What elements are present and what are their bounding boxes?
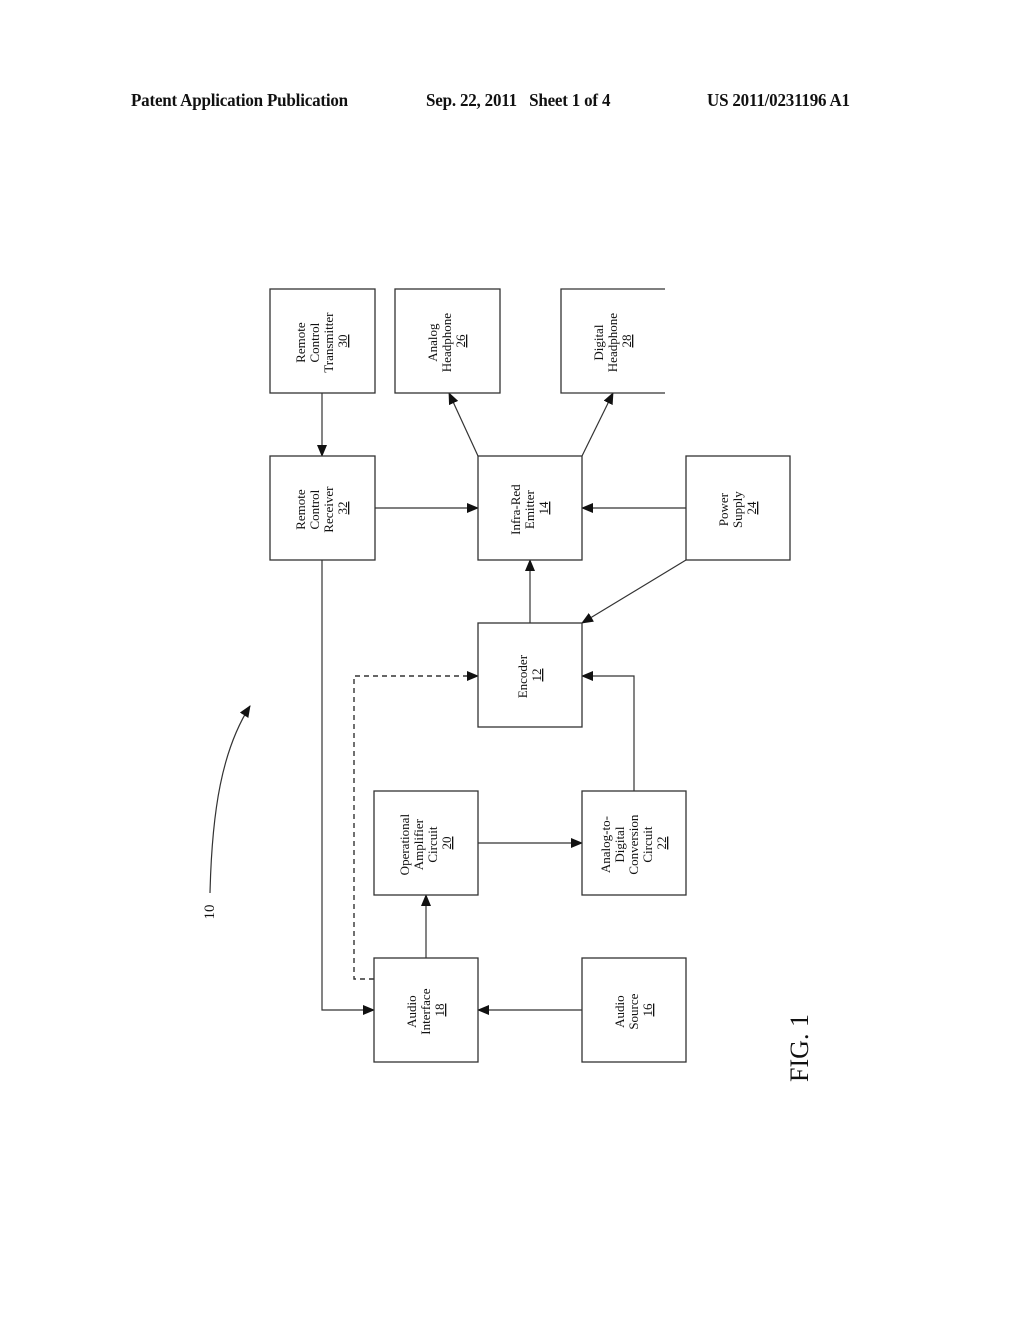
block-number: 24 (744, 501, 759, 515)
block-infra-red-emitter: Infra-Red Emitter 14 (477, 455, 583, 561)
reference-arrow-10 (209, 705, 251, 894)
block-number: 20 (439, 837, 454, 850)
block-label-line: Control (307, 322, 322, 362)
block-label-line: Headphone (439, 313, 454, 372)
block-label-line: Digital (591, 324, 606, 360)
block-analog-to-digital-conversion-circuit: Analog-to- Digital Conversion Circuit 22 (581, 790, 687, 896)
block-number: 18 (432, 1004, 447, 1017)
block-label-line: Emitter (522, 489, 537, 529)
block-encoder: Encoder 12 (477, 622, 583, 728)
block-label-line: Power (716, 492, 731, 526)
reference-numeral: 10 (202, 905, 218, 920)
block-label-line: Source (626, 993, 641, 1029)
block-label-line: Remote (293, 489, 308, 530)
figure-label: FIG. 1 (785, 1014, 814, 1082)
block-number: 32 (335, 502, 350, 515)
block-label-line: Control (307, 489, 322, 529)
block-operational-amplifier-circuit: Operational Amplifier Circuit 20 (373, 790, 479, 896)
block-label-line: Remote (293, 322, 308, 363)
block-label-line: Amplifier (411, 818, 426, 870)
block-label-line: Infra-Red (508, 484, 523, 535)
block-label-line: Encoder (515, 654, 530, 698)
wire-emitter-to-analog-headphone (448, 392, 479, 457)
block-power-supply: Power Supply 24 (685, 455, 791, 561)
block-audio-source: Audio Source 16 (581, 957, 687, 1063)
block-number: 30 (335, 335, 350, 348)
wire-adc-to-encoder (581, 671, 635, 791)
block-remote-control-transmitter: Remote Control Transmitter 30 (269, 288, 376, 394)
block-label-line: Supply (730, 491, 745, 528)
wire-emitter-to-digital-headphone (581, 392, 614, 457)
block-diagram: Remote Control Transmitter 30 Analog Hea… (202, 288, 814, 1082)
block-label-line: Receiver (321, 486, 336, 533)
block-label-line: Conversion (626, 814, 641, 874)
block-label-line: Digital (612, 826, 627, 862)
wire-power-to-encoder (581, 559, 687, 624)
block-number: 22 (654, 837, 669, 850)
block-number: 26 (453, 334, 468, 348)
wire-receiver-to-audio-interface (321, 560, 375, 1015)
block-label-line: Audio (612, 995, 627, 1028)
block-label-line: Circuit (640, 826, 655, 862)
block-label-line: Headphone (605, 313, 620, 372)
block-number: 14 (536, 501, 551, 515)
block-label-line: Analog-to- (598, 816, 613, 873)
block-label-line: Interface (418, 988, 433, 1034)
block-remote-control-receiver: Remote Control Receiver 32 (269, 455, 376, 561)
block-analog-headphone: Analog Headphone 26 (394, 288, 501, 394)
block-digital-headphone: Digital Headphone 28 (560, 288, 665, 394)
block-label-line: Audio (404, 995, 419, 1028)
block-label-line: Operational (397, 814, 412, 876)
block-number: 12 (529, 669, 544, 682)
block-audio-interface: Audio Interface 18 (373, 957, 479, 1063)
block-label-line: Analog (425, 323, 440, 362)
block-number: 16 (640, 1003, 655, 1017)
block-label-line: Transmitter (321, 312, 336, 373)
block-label-line: Circuit (425, 826, 440, 862)
block-number: 28 (619, 335, 634, 348)
